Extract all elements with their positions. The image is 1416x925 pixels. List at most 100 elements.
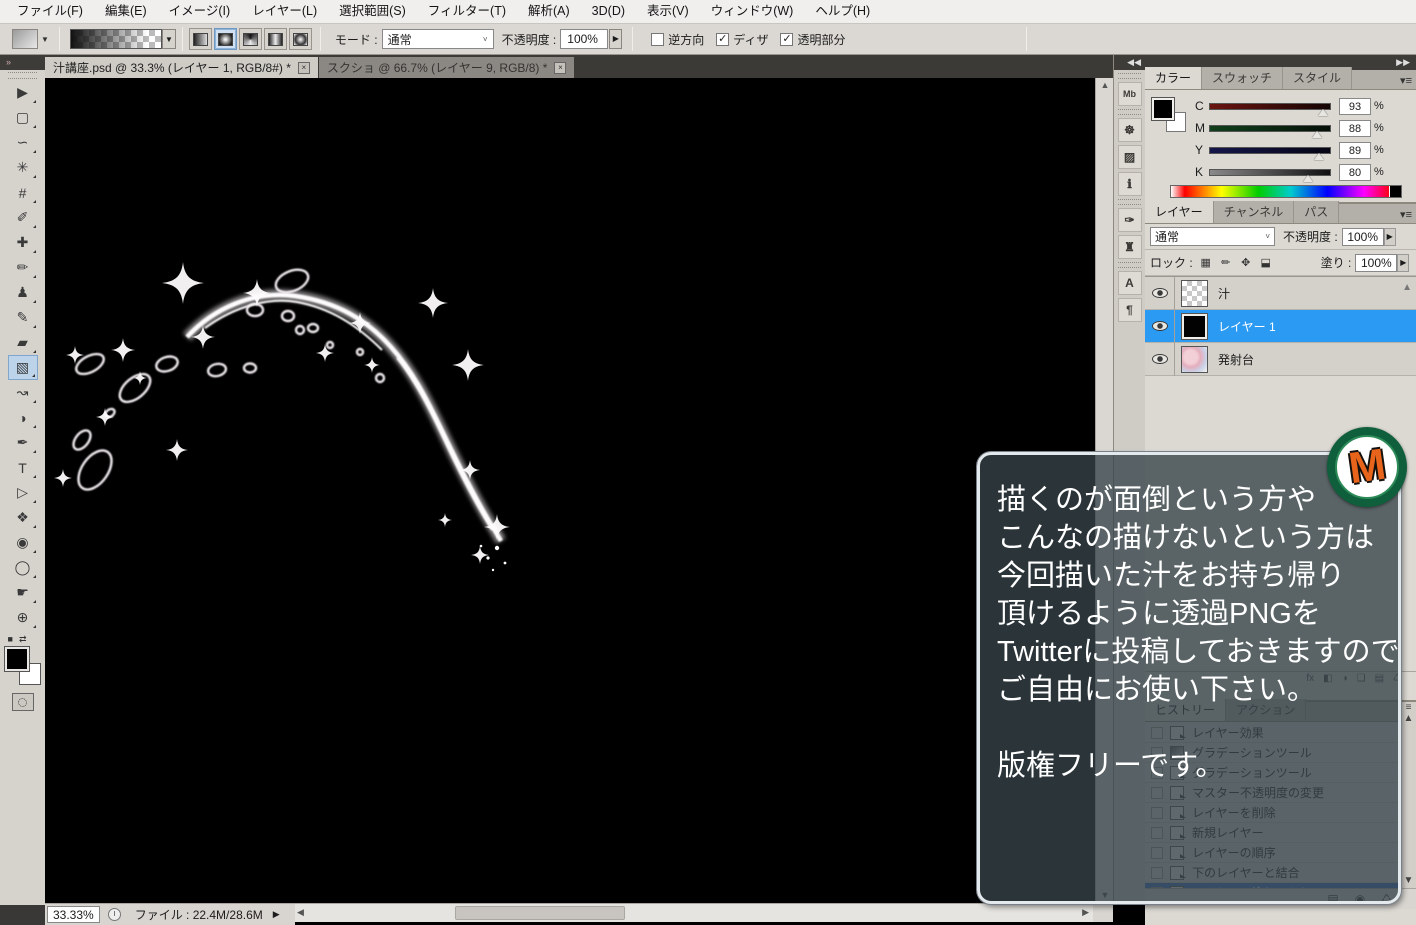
reflected-gradient-button[interactable] — [264, 28, 287, 50]
menu-item-s[interactable]: 選択範囲(S) — [328, 0, 417, 23]
visibility-cell[interactable] — [1145, 310, 1175, 343]
menu-item-f[interactable]: ファイル(F) — [6, 0, 94, 23]
menu-item-w[interactable]: ウィンドウ(W) — [700, 0, 805, 23]
toolbar-grip[interactable] — [8, 72, 37, 79]
marquee-tool[interactable]: ▢ — [8, 105, 38, 130]
eye-icon[interactable] — [1152, 354, 1168, 364]
smudge-tool[interactable]: ↝ — [8, 380, 38, 405]
close-icon[interactable]: × — [298, 62, 310, 74]
lock-transparency-icon[interactable]: ▦ — [1199, 256, 1213, 269]
status-arrow-icon[interactable]: ▶ — [273, 909, 280, 920]
panel-grip[interactable] — [1118, 262, 1141, 268]
custom-shape-tool[interactable]: ❖ — [8, 505, 38, 530]
layer-opacity-field[interactable]: 100% — [1342, 228, 1384, 246]
color-tab-0[interactable]: カラー — [1145, 67, 1202, 89]
panel-grip[interactable] — [1118, 73, 1141, 79]
eye-icon[interactable] — [1152, 288, 1168, 298]
menu-item-l[interactable]: レイヤー(L) — [241, 0, 328, 23]
3d-rotate-tool[interactable]: ◉ — [8, 530, 38, 555]
tool-presets-panel-icon[interactable]: ✑ — [1118, 208, 1142, 232]
foreground-color-swatch[interactable] — [5, 647, 29, 671]
lasso-tool[interactable]: ∽ — [8, 130, 38, 155]
layers-tab-2[interactable]: パス — [1294, 201, 1339, 223]
layer-row-1[interactable]: レイヤー 1 — [1145, 310, 1416, 343]
menu-item-a[interactable]: 解析(A) — [517, 0, 581, 23]
scrollbar-thumb[interactable] — [455, 906, 625, 920]
toolbar-collapse-icon[interactable]: » — [0, 55, 45, 70]
slider-value-field[interactable]: 88 — [1339, 120, 1371, 137]
slider-track-k[interactable] — [1209, 169, 1331, 176]
slider-value-field[interactable]: 80 — [1339, 164, 1371, 181]
diamond-gradient-button[interactable] — [289, 28, 312, 50]
scroll-left-icon[interactable]: ◀ — [297, 907, 304, 918]
layer-row-0[interactable]: 汁 — [1145, 277, 1416, 310]
menu-item-i[interactable]: イメージ(I) — [158, 0, 242, 23]
visibility-cell[interactable] — [1145, 277, 1175, 310]
document-tab-1[interactable]: スクショ @ 66.7% (レイヤー 9, RGB/8) *× — [319, 57, 575, 78]
histogram-panel-icon[interactable]: ▨ — [1118, 145, 1142, 169]
panel-grip[interactable] — [1118, 199, 1141, 205]
zoom-level-field[interactable]: 33.33% — [47, 906, 100, 923]
mini-bridge-panel-icon[interactable]: Mb — [1118, 82, 1142, 106]
slider-track-m[interactable] — [1209, 125, 1331, 132]
slider-track-c[interactable] — [1209, 103, 1331, 110]
lock-all-icon[interactable]: ⬓ — [1259, 256, 1273, 269]
quick-selection-tool[interactable]: ✳ — [8, 155, 38, 180]
clone-stamp-tool[interactable]: ♟ — [8, 280, 38, 305]
panel-menu-icon[interactable]: ≡ — [1401, 702, 1416, 713]
panel-grip[interactable] — [1118, 109, 1141, 115]
tool-preset-icon[interactable] — [12, 29, 38, 49]
opacity-spinner[interactable]: ▶ — [609, 29, 622, 49]
collapse-dock-icon[interactable]: ◀◀ — [1114, 55, 1145, 70]
color-tab-1[interactable]: スウォッチ — [1202, 67, 1283, 89]
slider-handle[interactable] — [1314, 153, 1324, 160]
scroll-up-icon[interactable]: ▲ — [1401, 713, 1416, 724]
slider-handle[interactable] — [1312, 131, 1322, 138]
checkbox-checked-icon[interactable]: ✓ — [780, 33, 793, 46]
document-tab-0[interactable]: 汁講座.psd @ 33.3% (レイヤー 1, RGB/8#) *× — [45, 57, 318, 78]
blend-mode-select[interactable]: 通常 ˅ — [382, 29, 494, 49]
navigator-panel-icon[interactable]: ☸ — [1118, 118, 1142, 142]
layer-fill-spinner[interactable]: ▶ — [1397, 254, 1409, 272]
default-colors-icon[interactable]: ■ — [8, 634, 13, 645]
menu-item-t[interactable]: フィルター(T) — [417, 0, 517, 23]
type-tool[interactable]: T — [8, 455, 38, 480]
dodge-tool[interactable]: ◑ — [8, 405, 38, 430]
linear-gradient-button[interactable] — [189, 28, 212, 50]
radial-gradient-button[interactable] — [214, 28, 237, 50]
menu-item-dd[interactable]: 3D(D) — [581, 0, 636, 23]
layer-thumbnail[interactable] — [1181, 280, 1208, 307]
chevron-down-icon[interactable]: ▼ — [41, 35, 49, 44]
checkbox-unchecked-icon[interactable] — [651, 33, 664, 46]
layer-opacity-spinner[interactable]: ▶ — [1384, 228, 1396, 246]
gradient-tool[interactable]: ▧ — [8, 355, 38, 380]
layers-tab-1[interactable]: チャンネル — [1214, 201, 1295, 223]
layers-tab-0[interactable]: レイヤー — [1145, 201, 1214, 223]
scroll-down-icon[interactable]: ▼ — [1401, 875, 1416, 886]
menu-item-v[interactable]: 表示(V) — [636, 0, 700, 23]
opacity-field[interactable]: 100% — [560, 29, 608, 49]
visibility-cell[interactable] — [1145, 343, 1175, 376]
lock-position-icon[interactable]: ✥ — [1239, 256, 1253, 269]
scroll-right-icon[interactable]: ▶ — [1082, 907, 1089, 918]
slider-value-field[interactable]: 93 — [1339, 98, 1371, 115]
swap-colors-icon[interactable]: ⇄ — [19, 634, 27, 645]
close-icon[interactable]: × — [554, 62, 566, 74]
scroll-up-icon[interactable]: ▲ — [1096, 78, 1114, 93]
crop-tool[interactable]: # — [8, 180, 38, 205]
layer-blend-mode-select[interactable]: 通常 ˅ — [1150, 227, 1275, 246]
eyedropper-tool[interactable]: ✐ — [8, 205, 38, 230]
color-tab-2[interactable]: スタイル — [1283, 67, 1352, 89]
slider-value-field[interactable]: 89 — [1339, 142, 1371, 159]
layer-row-2[interactable]: 発射台 — [1145, 343, 1416, 376]
checkbox-checked-icon[interactable]: ✓ — [716, 33, 729, 46]
history-scrollbar[interactable]: ≡ ▲ ▼ — [1400, 702, 1416, 888]
gradient-preview[interactable] — [70, 29, 162, 49]
menu-item-h[interactable]: ヘルプ(H) — [804, 0, 881, 23]
layer-thumbnail[interactable] — [1181, 346, 1208, 373]
panel-menu-icon[interactable]: ▾≡ — [1400, 208, 1412, 221]
clone-source-panel-icon[interactable]: ♜ — [1118, 235, 1142, 259]
slider-handle[interactable] — [1303, 175, 1313, 182]
layer-fill-field[interactable]: 100% — [1355, 254, 1397, 272]
color-spectrum-ramp[interactable] — [1170, 185, 1402, 198]
